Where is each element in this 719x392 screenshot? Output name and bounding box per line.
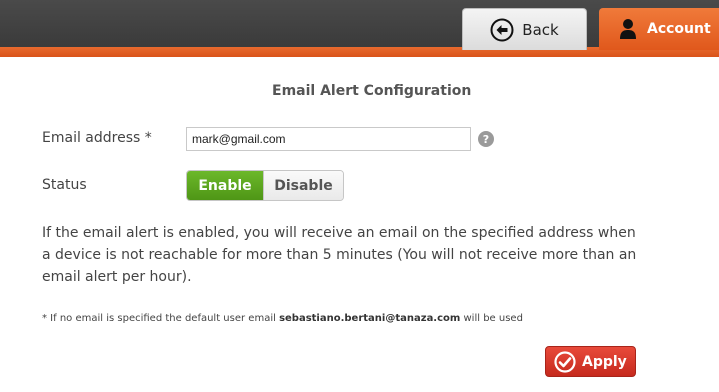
back-button[interactable]: Back: [462, 8, 587, 50]
disable-button[interactable]: Disable: [263, 171, 343, 200]
user-silhouette-icon: [619, 18, 637, 40]
footnote-suffix: will be used: [460, 313, 523, 324]
status-toggle: Enable Disable: [186, 170, 344, 201]
default-user-email: sebastiano.bertani@tanaza.com: [279, 313, 461, 324]
arrow-left-circle-icon: [490, 18, 514, 42]
email-label: Email address *: [42, 130, 152, 146]
email-field[interactable]: [186, 127, 471, 151]
back-label: Back: [522, 20, 559, 39]
page-title: Email Alert Configuration: [272, 83, 472, 99]
footnote-prefix: * If no email is specified the default u…: [42, 313, 280, 324]
apply-label: Apply: [582, 353, 627, 370]
check-circle-icon: [554, 350, 576, 373]
footnote: * If no email is specified the default u…: [42, 313, 523, 324]
question-circle-icon[interactable]: ?: [478, 131, 494, 147]
account-label: Account: [647, 21, 711, 37]
enable-button[interactable]: Enable: [187, 171, 263, 200]
apply-button[interactable]: Apply: [545, 346, 636, 377]
account-button[interactable]: Account: [599, 8, 719, 50]
status-label: Status: [42, 177, 87, 193]
email-alert-description: If the email alert is enabled, you will …: [42, 225, 637, 285]
